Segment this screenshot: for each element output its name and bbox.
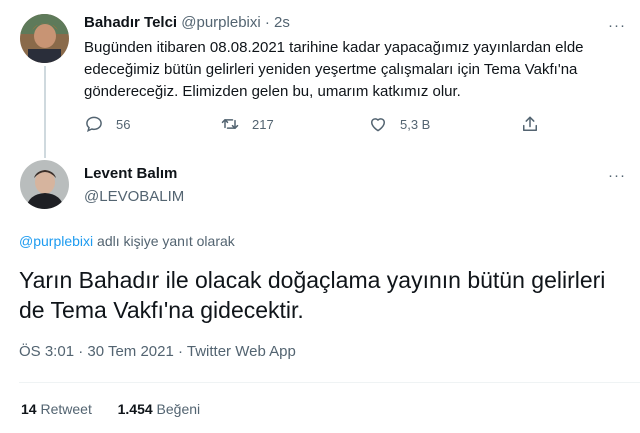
share-button[interactable] bbox=[520, 114, 552, 134]
tweet1-separator: · bbox=[264, 14, 270, 31]
reply-mention-link[interactable]: @purplebixi bbox=[19, 233, 93, 249]
tweet2-timestamp-source[interactable]: ÖS 3:01 · 30 Tem 2021 · Twitter Web App bbox=[19, 343, 296, 360]
tweet2-stats: 14 Retweet 1.454 Beğeni bbox=[21, 401, 200, 417]
tweet1-author-name[interactable]: Bahadır Telci bbox=[84, 14, 177, 31]
avatar-bahadir-telci[interactable] bbox=[20, 14, 69, 63]
tweet1-header: Bahadır Telci @purplebixi · 2s bbox=[84, 14, 290, 31]
tweet2-text: Yarın Bahadır ile olacak doğaçlama yayın… bbox=[19, 267, 606, 323]
like-count: 5,3 B bbox=[400, 116, 431, 132]
like-stat-label: Beğeni bbox=[156, 401, 201, 417]
tweet1-text: Bugünden itibaren 08.08.2021 tarihine ka… bbox=[84, 39, 584, 100]
like-button[interactable]: 5,3 B bbox=[368, 114, 430, 134]
like-stat[interactable]: 1.454 Beğeni bbox=[118, 401, 201, 417]
thread-connector-line bbox=[44, 66, 46, 158]
retweet-icon bbox=[221, 119, 239, 129]
tweet2-author-name[interactable]: Levent Balım bbox=[84, 165, 177, 182]
reply-context: @purplebixi adlı kişiye yanıt olarak bbox=[19, 233, 235, 249]
divider bbox=[19, 382, 640, 383]
reply-context-text: adlı kişiye yanıt olarak bbox=[93, 233, 235, 249]
like-icon bbox=[371, 118, 385, 132]
retweet-count: 217 bbox=[252, 116, 274, 132]
tweet1-time[interactable]: 2s bbox=[274, 14, 290, 31]
like-stat-count: 1.454 bbox=[117, 401, 153, 417]
retweet-stat-count: 14 bbox=[21, 401, 37, 417]
retweet-button[interactable]: 217 bbox=[220, 114, 274, 134]
reply-icon bbox=[86, 116, 102, 133]
retweet-stat[interactable]: 14 Retweet bbox=[21, 401, 96, 417]
more-icon[interactable]: ··· bbox=[608, 168, 626, 183]
tweet2-author-handle[interactable]: @LEVOBALIM bbox=[84, 188, 184, 205]
reply-button[interactable]: 56 bbox=[84, 114, 130, 134]
avatar-levent-balim[interactable] bbox=[20, 160, 69, 209]
share-icon bbox=[523, 116, 537, 131]
tweet1-author-handle[interactable]: @purplebixi bbox=[181, 14, 260, 31]
tweet1-actions: 56 217 5,3 B bbox=[84, 114, 554, 136]
more-icon[interactable]: ··· bbox=[608, 18, 626, 33]
retweet-stat-label: Retweet bbox=[40, 401, 92, 417]
reply-count: 56 bbox=[116, 116, 131, 132]
